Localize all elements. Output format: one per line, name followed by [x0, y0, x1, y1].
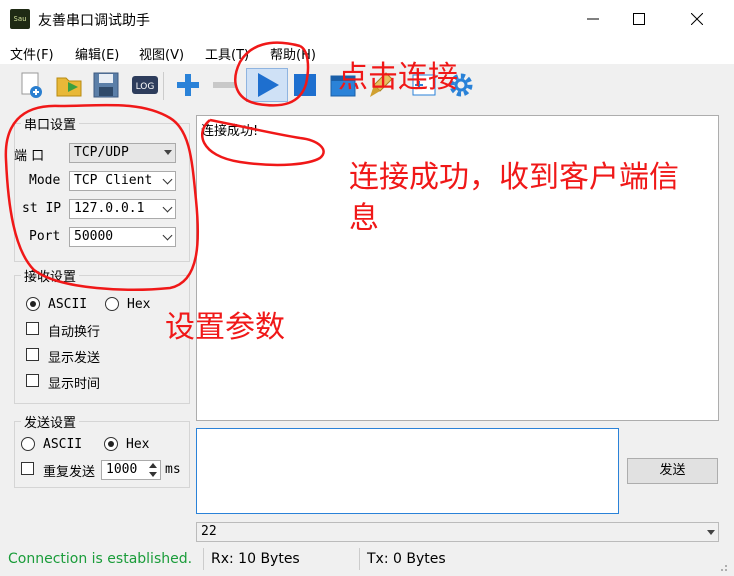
annotation-circle-text	[201, 118, 325, 167]
annotation-set-params: 设置参数	[165, 310, 285, 345]
annotation-circle-settings	[4, 103, 200, 291]
annotation-connected-line1: 连接成功，收到客户端信	[349, 160, 679, 195]
annotation-click-connect: 点击连接	[338, 60, 458, 95]
annotation-circle-play	[234, 41, 310, 107]
annotation-connected-line2: 息	[349, 201, 379, 236]
